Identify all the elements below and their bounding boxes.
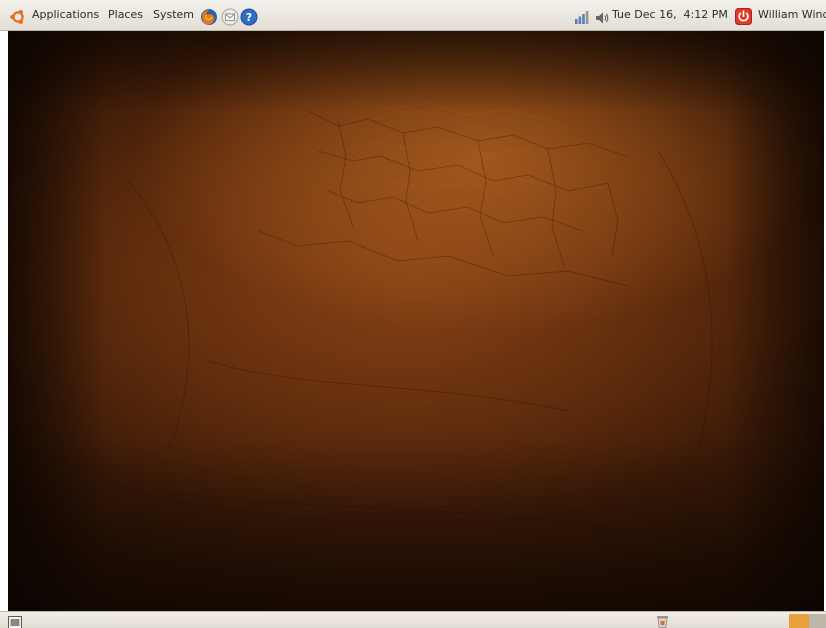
workspace-2[interactable]: [809, 614, 826, 628]
firefox-icon[interactable]: [200, 8, 218, 26]
bottom-panel: [0, 611, 826, 628]
network-signal-icon[interactable]: [574, 9, 590, 25]
svg-text:?: ?: [246, 11, 252, 24]
places-menu[interactable]: Places: [108, 8, 143, 22]
help-icon[interactable]: ?: [240, 8, 258, 26]
desktop-wallpaper[interactable]: [8, 31, 824, 611]
wallpaper-vignette: [8, 31, 824, 611]
desktop-screen: Applications Places System ? Tue Dec 16,…: [0, 0, 826, 628]
volume-icon[interactable]: [595, 10, 609, 24]
ubuntu-logo-icon[interactable]: [10, 9, 26, 25]
user-menu[interactable]: William Windsor: [758, 8, 826, 22]
trash-icon[interactable]: [656, 613, 669, 628]
power-icon[interactable]: [735, 8, 752, 25]
top-panel: Applications Places System ? Tue Dec 16,…: [0, 0, 826, 31]
clock[interactable]: Tue Dec 16, 4:12 PM: [612, 8, 728, 22]
workspace-1[interactable]: [789, 614, 809, 628]
mail-icon[interactable]: [221, 8, 239, 26]
system-menu[interactable]: System: [153, 8, 194, 22]
show-desktop-icon[interactable]: [8, 614, 22, 628]
applications-menu[interactable]: Applications: [32, 8, 99, 22]
